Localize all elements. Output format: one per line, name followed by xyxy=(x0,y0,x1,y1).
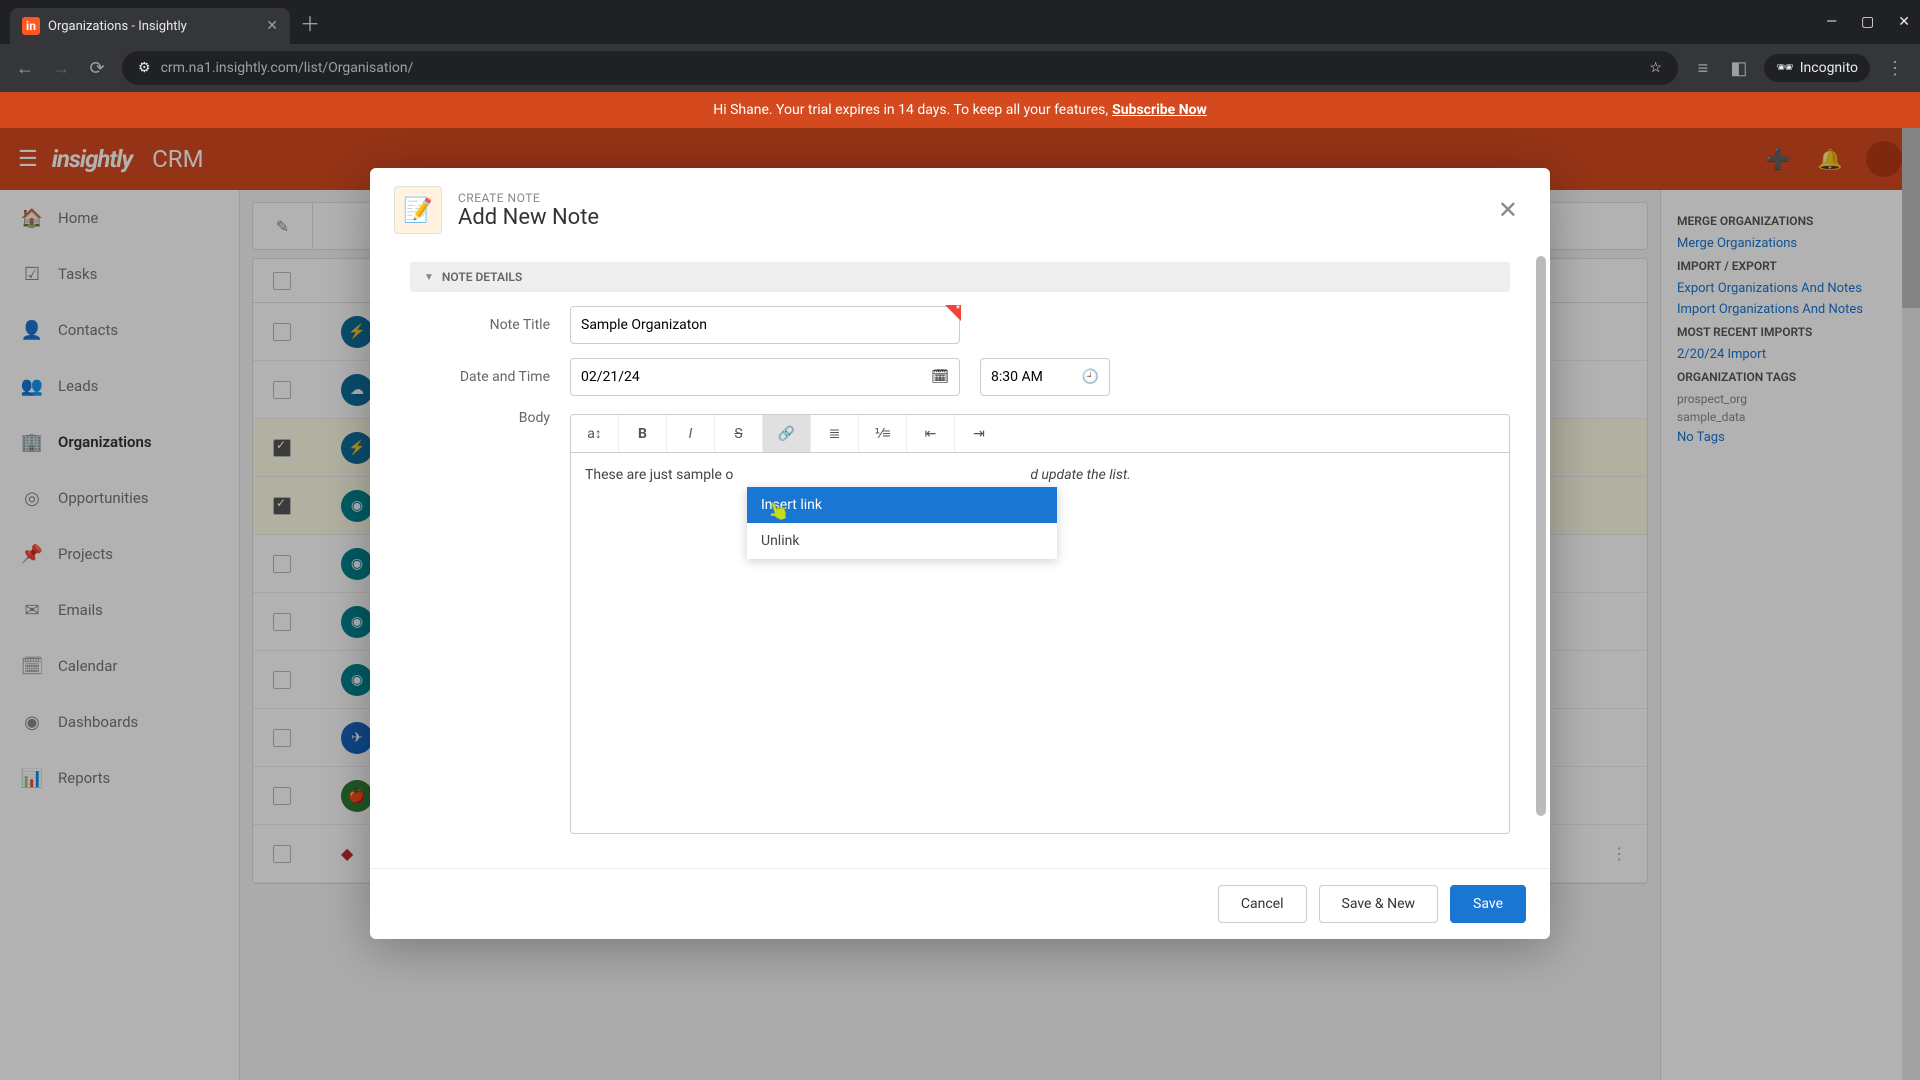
address-bar[interactable]: ⚙ crm.na1.insightly.com/list/Organisatio… xyxy=(122,51,1678,85)
insert-link-item[interactable]: Insert link xyxy=(747,487,1057,523)
calendar-icon[interactable]: 🗓 xyxy=(931,369,949,385)
body-text-before: These are just sample o xyxy=(585,467,733,483)
modal-overlay: 📝 CREATE NOTE Add New Note ✕ ▼ NOTE DETA… xyxy=(0,128,1920,1080)
tab-close-icon[interactable]: ✕ xyxy=(266,18,278,34)
browser-tab[interactable]: in Organizations - Insightly ✕ xyxy=(10,8,290,44)
chevron-down-icon: ▼ xyxy=(424,272,434,283)
date-value: 02/21/24 xyxy=(581,369,640,385)
new-tab-button[interactable]: ＋ xyxy=(300,8,320,37)
bookmark-icon[interactable]: ☆ xyxy=(1649,60,1662,76)
browser-toolbar: ← → ⟳ ⚙ crm.na1.insightly.com/list/Organ… xyxy=(0,44,1920,92)
extensions-icon[interactable]: ≡ xyxy=(1692,58,1714,79)
minimize-icon[interactable]: — xyxy=(1826,14,1837,30)
label-body: Body xyxy=(410,410,550,426)
required-indicator-icon xyxy=(945,305,961,321)
section-header[interactable]: ▼ NOTE DETAILS xyxy=(410,262,1510,292)
date-input[interactable]: 02/21/24 🗓 xyxy=(570,358,960,396)
font-size-button[interactable]: a↕ xyxy=(571,415,619,452)
modal-scrollbar[interactable] xyxy=(1536,256,1546,816)
browser-tab-strip: in Organizations - Insightly ✕ ＋ — ▢ ✕ xyxy=(0,0,1920,44)
url-text: crm.na1.insightly.com/list/Organisation/ xyxy=(161,60,414,76)
clock-icon[interactable]: 🕘 xyxy=(1082,369,1099,385)
incognito-badge[interactable]: 🕶 Incognito xyxy=(1764,54,1870,82)
close-window-icon[interactable]: ✕ xyxy=(1898,14,1910,30)
banner-text: Hi Shane. Your trial expires in 14 days.… xyxy=(713,102,1108,118)
incognito-icon: 🕶 xyxy=(1776,60,1794,76)
label-note-title: Note Title xyxy=(410,317,550,333)
section-title: NOTE DETAILS xyxy=(442,270,522,284)
add-note-modal: 📝 CREATE NOTE Add New Note ✕ ▼ NOTE DETA… xyxy=(370,168,1550,939)
time-input[interactable]: 8:30 AM 🕘 xyxy=(980,358,1110,396)
label-datetime: Date and Time xyxy=(410,369,550,385)
tab-title: Organizations - Insightly xyxy=(48,19,258,34)
modal-body: ▼ NOTE DETAILS Note Title Date and Time … xyxy=(370,252,1550,868)
italic-button[interactable]: I xyxy=(667,415,715,452)
bold-button[interactable]: B xyxy=(619,415,667,452)
body-text-after: d update the list. xyxy=(1030,467,1131,483)
indent-button[interactable]: ⇥ xyxy=(955,415,1003,452)
menu-item-label: Unlink xyxy=(761,533,799,549)
numbered-list-button[interactable]: ⅟≡ xyxy=(859,415,907,452)
close-icon[interactable]: ✕ xyxy=(1490,188,1526,232)
save-and-new-button[interactable]: Save & New xyxy=(1319,885,1439,923)
save-button[interactable]: Save xyxy=(1450,885,1526,923)
modal-title: Add New Note xyxy=(458,205,1474,230)
link-dropdown: Insert link Unlink xyxy=(747,487,1057,559)
trial-banner: Hi Shane. Your trial expires in 14 days.… xyxy=(0,92,1920,128)
note-title-input[interactable] xyxy=(570,306,960,344)
editor-toolbar: a↕ B I S 🔗 ≣ ⅟≡ ⇤ ⇥ xyxy=(571,415,1509,453)
note-icon: 📝 xyxy=(394,186,442,234)
back-icon[interactable]: ← xyxy=(14,58,36,79)
rich-text-editor: a↕ B I S 🔗 ≣ ⅟≡ ⇤ ⇥ These are just sampl… xyxy=(570,414,1510,834)
modal-footer: Cancel Save & New Save xyxy=(370,868,1550,939)
modal-header: 📝 CREATE NOTE Add New Note ✕ xyxy=(370,168,1550,252)
side-panel-icon[interactable]: ◧ xyxy=(1728,58,1750,79)
site-settings-icon[interactable]: ⚙ xyxy=(138,60,151,76)
unlink-item[interactable]: Unlink xyxy=(747,523,1057,559)
maximize-icon[interactable]: ▢ xyxy=(1861,14,1874,30)
subscribe-link[interactable]: Subscribe Now xyxy=(1112,102,1207,118)
window-controls: — ▢ ✕ xyxy=(1826,14,1910,30)
time-value: 8:30 AM xyxy=(991,369,1043,385)
reload-icon[interactable]: ⟳ xyxy=(86,58,108,79)
link-button[interactable]: 🔗 xyxy=(763,415,811,452)
outdent-button[interactable]: ⇤ xyxy=(907,415,955,452)
editor-content[interactable]: These are just sample o d update the lis… xyxy=(571,453,1509,833)
forward-icon: → xyxy=(50,58,72,79)
bullet-list-button[interactable]: ≣ xyxy=(811,415,859,452)
chrome-menu-icon[interactable]: ⋮ xyxy=(1884,58,1906,79)
strikethrough-button[interactable]: S xyxy=(715,415,763,452)
cancel-button[interactable]: Cancel xyxy=(1218,885,1307,923)
modal-subtitle: CREATE NOTE xyxy=(458,191,1474,205)
tab-favicon-icon: in xyxy=(22,17,40,35)
incognito-label: Incognito xyxy=(1800,60,1858,76)
